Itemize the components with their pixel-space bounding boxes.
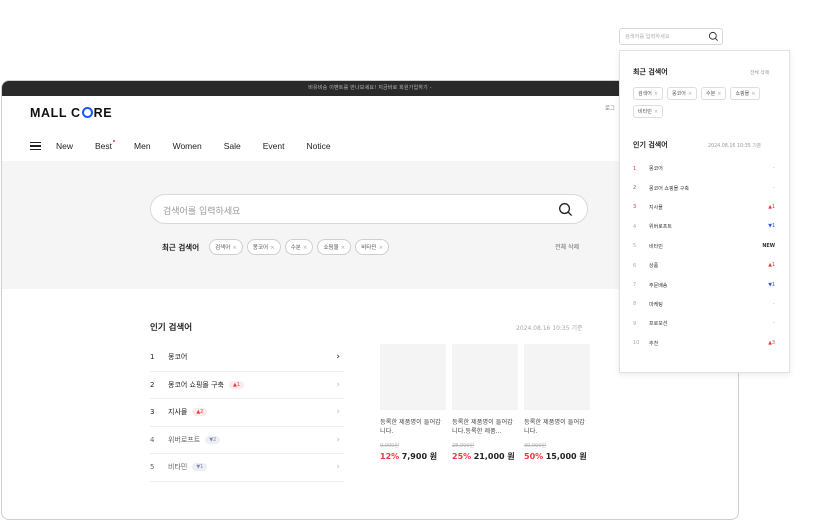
menu-icon[interactable] [30,142,41,150]
chevron-right-icon: › [336,379,340,390]
main-nav: New Best Men Women Sale Event Notice [30,139,353,153]
product-card[interactable]: 등록한 제품명이 들어갑니다.등록한 제품... 28,000원 25% 21,… [452,344,518,462]
chevron-right-icon: › [336,352,340,362]
product-price: 25% 21,000 원 [452,452,515,461]
product-name[interactable]: 등록한 제품명이 들어갑니다. [380,418,446,438]
dropdown-search-placeholder: 검색어를 입력하세요 [625,34,670,40]
recent-chip[interactable]: 검색어 × [633,87,664,100]
popular-title: 인기 검색어 [150,323,193,333]
list-item[interactable]: 3 지사몰 ▲2 › [150,399,344,427]
dropdown-popular-date: 2024.08.16 10:35 기준 [708,144,762,149]
list-item[interactable]: 7 주문배송 ▼1 [633,275,775,294]
rank-down-badge: ▼1 [192,463,208,472]
product-list: 등록한 제품명이 들어갑니다. 9,000원 12% 7,900 원 등록한 제… [380,344,596,462]
product-card[interactable]: 등록한 제품명이 들어갑니다. 30,000원 50% 15,000 원 [524,344,590,462]
chevron-right-icon: › [336,462,340,472]
recent-chip[interactable]: 몽코어 × [667,87,698,100]
recent-chip[interactable]: 수분 × [284,239,314,255]
nav-item-women[interactable]: Women [173,141,202,151]
product-image[interactable] [380,344,446,410]
close-icon: × [302,245,308,251]
close-icon: × [717,91,722,97]
recent-chip[interactable]: 비타민 × [355,239,390,255]
list-item[interactable]: 4 위버로프트 ▼1 [633,217,775,236]
list-item[interactable]: 9 프로모션 – [633,314,775,333]
close-icon: × [270,245,275,251]
product-name[interactable]: 등록한 제품명이 들어갑니다. [524,418,590,438]
list-item[interactable]: 8 마케팅 – [633,295,775,314]
nav-item-new[interactable]: New [56,141,73,151]
nav-item-sale[interactable]: Sale [224,141,241,151]
close-icon: × [378,245,384,251]
recent-chip[interactable]: 몽코어 × [246,239,281,255]
login-link[interactable]: 로그 [605,104,615,112]
original-price: 30,000원 [524,443,547,449]
recent-chip[interactable]: 쇼핑몰 × [317,239,352,255]
list-item[interactable]: 2 몽코어 쇼핑몰 구축 – [633,178,775,197]
list-item[interactable]: 2 몽코어 쇼핑몰 구축 ▲1 › [150,372,344,399]
logo-ring-icon [81,107,93,118]
close-icon: × [340,245,346,251]
dropdown-clear-button[interactable]: 전체 삭제 [750,69,769,76]
dropdown-recent-title: 최근 검색어 [633,68,668,76]
popular-list: 1 몽코어 › 2 몽코어 쇼핑몰 구축 ▲1 › 3 지사몰 ▲2 › 4 위버로프트… [150,344,344,482]
recent-label: 최근 검색어 [162,242,200,252]
close-icon: × [653,109,659,115]
search-input[interactable]: 검색어를 입력하세요 [150,194,588,224]
product-image[interactable] [524,344,590,410]
dropdown-popular-title: 인기 검색어 [633,141,668,149]
search-icon[interactable] [708,31,719,42]
recent-searches: 최근 검색어 검색어 × 몽코어 × 수분 × 쇼핑몰 × 비타민 × [162,239,393,255]
list-item[interactable]: 5 비타민 ▼1 › [150,454,344,482]
clear-recent-button[interactable]: 전체 삭제 [555,242,579,251]
dropdown-search-input[interactable]: 검색어를 입력하세요 [619,28,723,45]
recent-chip[interactable]: 비타민 × [633,105,664,118]
recent-chip[interactable]: 쇼핑몰 × [730,87,761,100]
close-icon: × [751,91,756,97]
search-icon[interactable] [558,202,573,217]
chevron-right-icon: › [336,407,340,417]
product-image[interactable] [452,344,518,410]
list-item[interactable]: 3 지사몰 ▲1 [633,198,775,217]
close-icon: × [653,91,659,97]
search-placeholder: 검색어를 입력하세요 [163,207,241,217]
product-name[interactable]: 등록한 제품명이 들어갑니다.등록한 제품... [452,418,518,438]
recent-chip[interactable]: 수분 × [701,87,727,100]
list-item[interactable]: 1 몽코어 – [633,159,775,178]
product-price: 12% 7,900 원 [380,452,438,461]
rank-up-badge: ▲1 [228,380,245,389]
nav-item-notice[interactable]: Notice [306,141,330,151]
logo[interactable]: MALL C RE [30,106,112,120]
search-dropdown: 최근 검색어 전체 삭제 검색어 × 몽코어 × 수분 × 쇼핑몰 × 비타민 × 인기 … [619,50,790,373]
original-price: 28,000원 [452,443,475,449]
list-item[interactable]: 10 추천 ▲3 [633,334,775,353]
chevron-right-icon: › [336,434,340,445]
dropdown-popular-list: 1 몽코어 – 2 몽코어 쇼핑몰 구축 – 3 지사몰 ▲1 4 위버로프트 ▼1 5 비타민 N… [633,159,775,353]
list-item[interactable]: 5 비타민 NEW [633,237,775,256]
list-item[interactable]: 4 위버로프트 ▼2 › [150,427,344,454]
product-price: 50% 15,000 원 [524,452,587,461]
nav-item-best[interactable]: Best [95,140,116,151]
product-card[interactable]: 등록한 제품명이 들어갑니다. 9,000원 12% 7,900 원 [380,344,446,462]
original-price: 9,000원 [380,443,399,449]
nav-item-men[interactable]: Men [134,141,151,151]
popular-date: 2024.08.16 10:35 기준 [516,325,583,332]
close-icon: × [232,245,237,251]
close-icon: × [687,91,693,97]
dropdown-recent-chips: 검색어 × 몽코어 × 수분 × 쇼핑몰 × 비타민 × [633,87,783,123]
rank-down-badge: ▼2 [205,435,221,444]
nav-item-event[interactable]: Event [263,141,285,151]
list-item[interactable]: 1 몽코어 › [150,344,344,372]
rank-up-badge: ▲2 [192,408,208,417]
recent-chip[interactable]: 검색어 × [209,239,243,255]
list-item[interactable]: 6 상품 ▲1 [633,256,775,275]
